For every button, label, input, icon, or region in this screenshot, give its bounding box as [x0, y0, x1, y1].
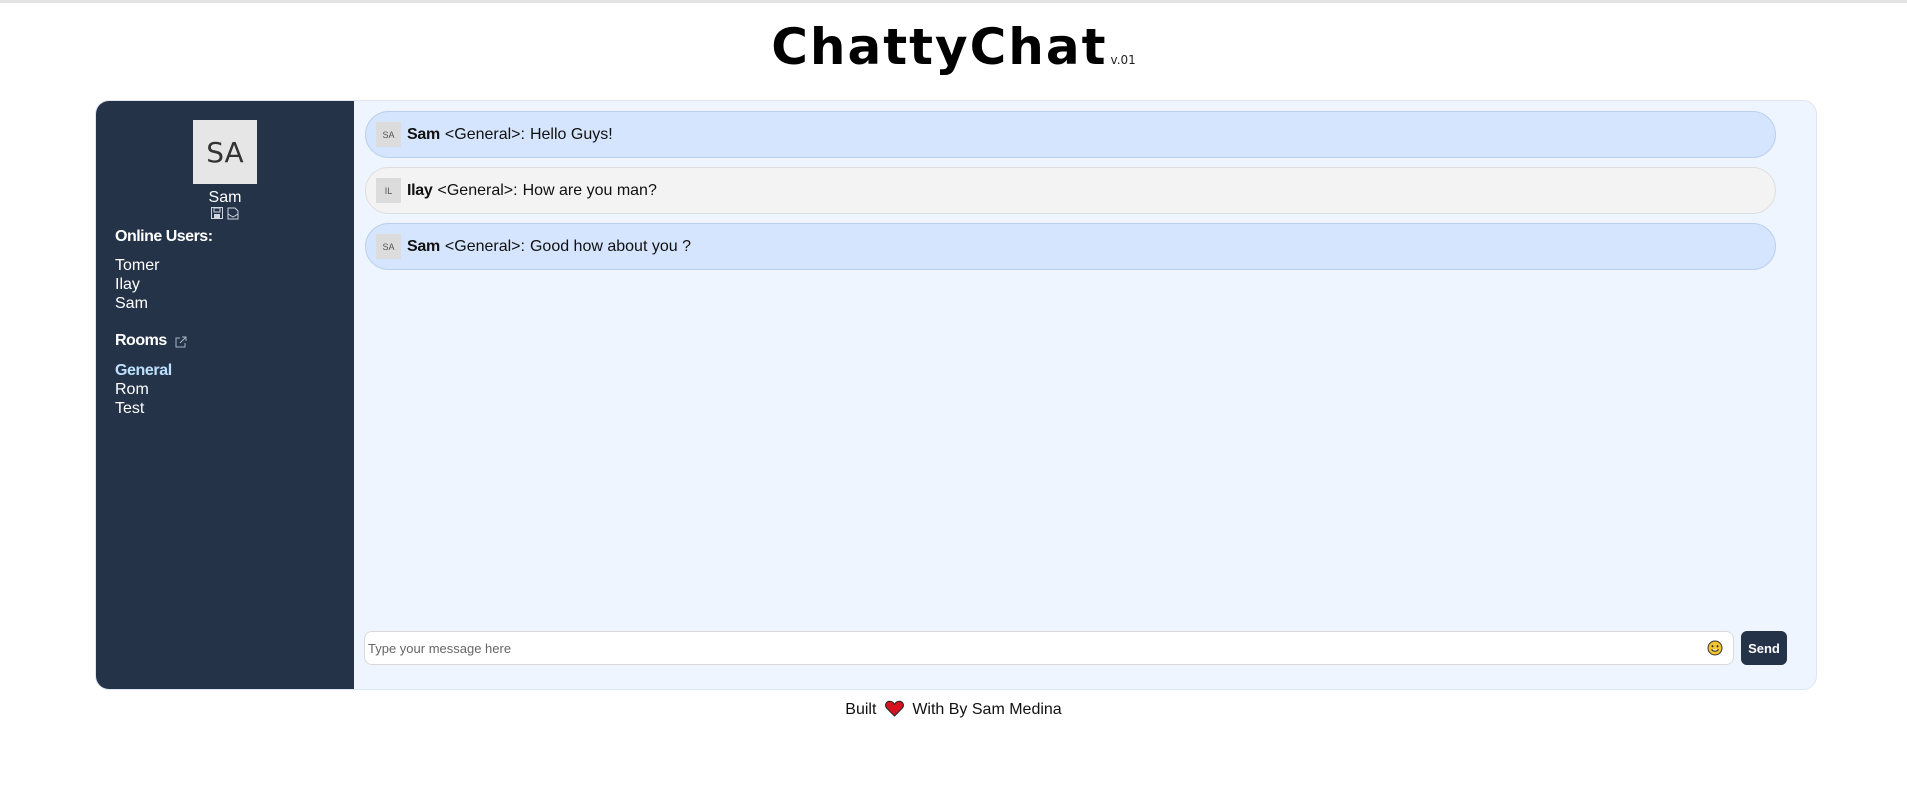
rooms-title: Rooms: [115, 332, 167, 349]
message-avatar: SA: [376, 122, 401, 147]
footer-credit: With By Sam Medina: [912, 701, 1062, 718]
message-composer: [364, 631, 1734, 665]
online-users-list: Tomer Ilay Sam: [115, 256, 159, 313]
online-user-item[interactable]: Sam: [115, 294, 159, 313]
message-room: <General>:: [444, 125, 525, 143]
top-border: [0, 0, 1907, 3]
chat-app: SA Sam Online Users: Tomer Ilay Sam Room…: [95, 100, 1817, 690]
message-item: SA Sam <General>: Good how about you ?: [365, 223, 1776, 270]
message-avatar: SA: [376, 234, 401, 259]
online-user-item[interactable]: Tomer: [115, 256, 159, 275]
inbox-icon[interactable]: [227, 207, 240, 220]
rooms-header: Rooms: [115, 332, 187, 350]
online-user-item[interactable]: Ilay: [115, 275, 159, 294]
message-user: Ilay: [407, 181, 433, 199]
heart-icon: [884, 700, 904, 717]
message-text: Hello Guys!: [529, 125, 613, 143]
app-title: ChattyChat: [771, 18, 1108, 76]
message-item: IL Ilay <General>: How are you man?: [365, 167, 1776, 214]
footer-built: Built: [845, 701, 877, 718]
message-avatar: IL: [376, 178, 401, 203]
profile-avatar: SA: [193, 120, 257, 184]
app-header: ChattyChat v.01: [0, 18, 1907, 76]
external-link-icon[interactable]: [175, 335, 187, 348]
sidebar: SA Sam Online Users: Tomer Ilay Sam Room…: [96, 101, 354, 689]
room-item-general[interactable]: General: [115, 361, 172, 380]
message-text: Good how about you ?: [529, 237, 691, 255]
footer: Built With By Sam Medina: [0, 700, 1907, 719]
profile-actions: [211, 207, 240, 220]
message-room: <General>:: [437, 181, 518, 199]
message-list: SA Sam <General>: Hello Guys! IL Ilay <G…: [365, 111, 1776, 279]
send-button[interactable]: Send: [1741, 631, 1787, 665]
message-text: How are you man?: [522, 181, 657, 199]
app-version: v.01: [1110, 53, 1136, 67]
message-user: Sam: [407, 125, 440, 143]
smiley-icon[interactable]: [1707, 640, 1723, 656]
message-room: <General>:: [444, 237, 525, 255]
save-icon[interactable]: [211, 207, 224, 220]
room-item-rom[interactable]: Rom: [115, 380, 172, 399]
chat-panel: SA Sam <General>: Hello Guys! IL Ilay <G…: [354, 101, 1816, 689]
room-item-test[interactable]: Test: [115, 399, 172, 418]
profile-name: Sam: [208, 189, 242, 206]
message-user: Sam: [407, 237, 440, 255]
message-item: SA Sam <General>: Hello Guys!: [365, 111, 1776, 158]
message-input[interactable]: [368, 632, 1688, 664]
online-users-title: Online Users:: [115, 228, 213, 245]
rooms-list: General Rom Test: [115, 361, 172, 418]
